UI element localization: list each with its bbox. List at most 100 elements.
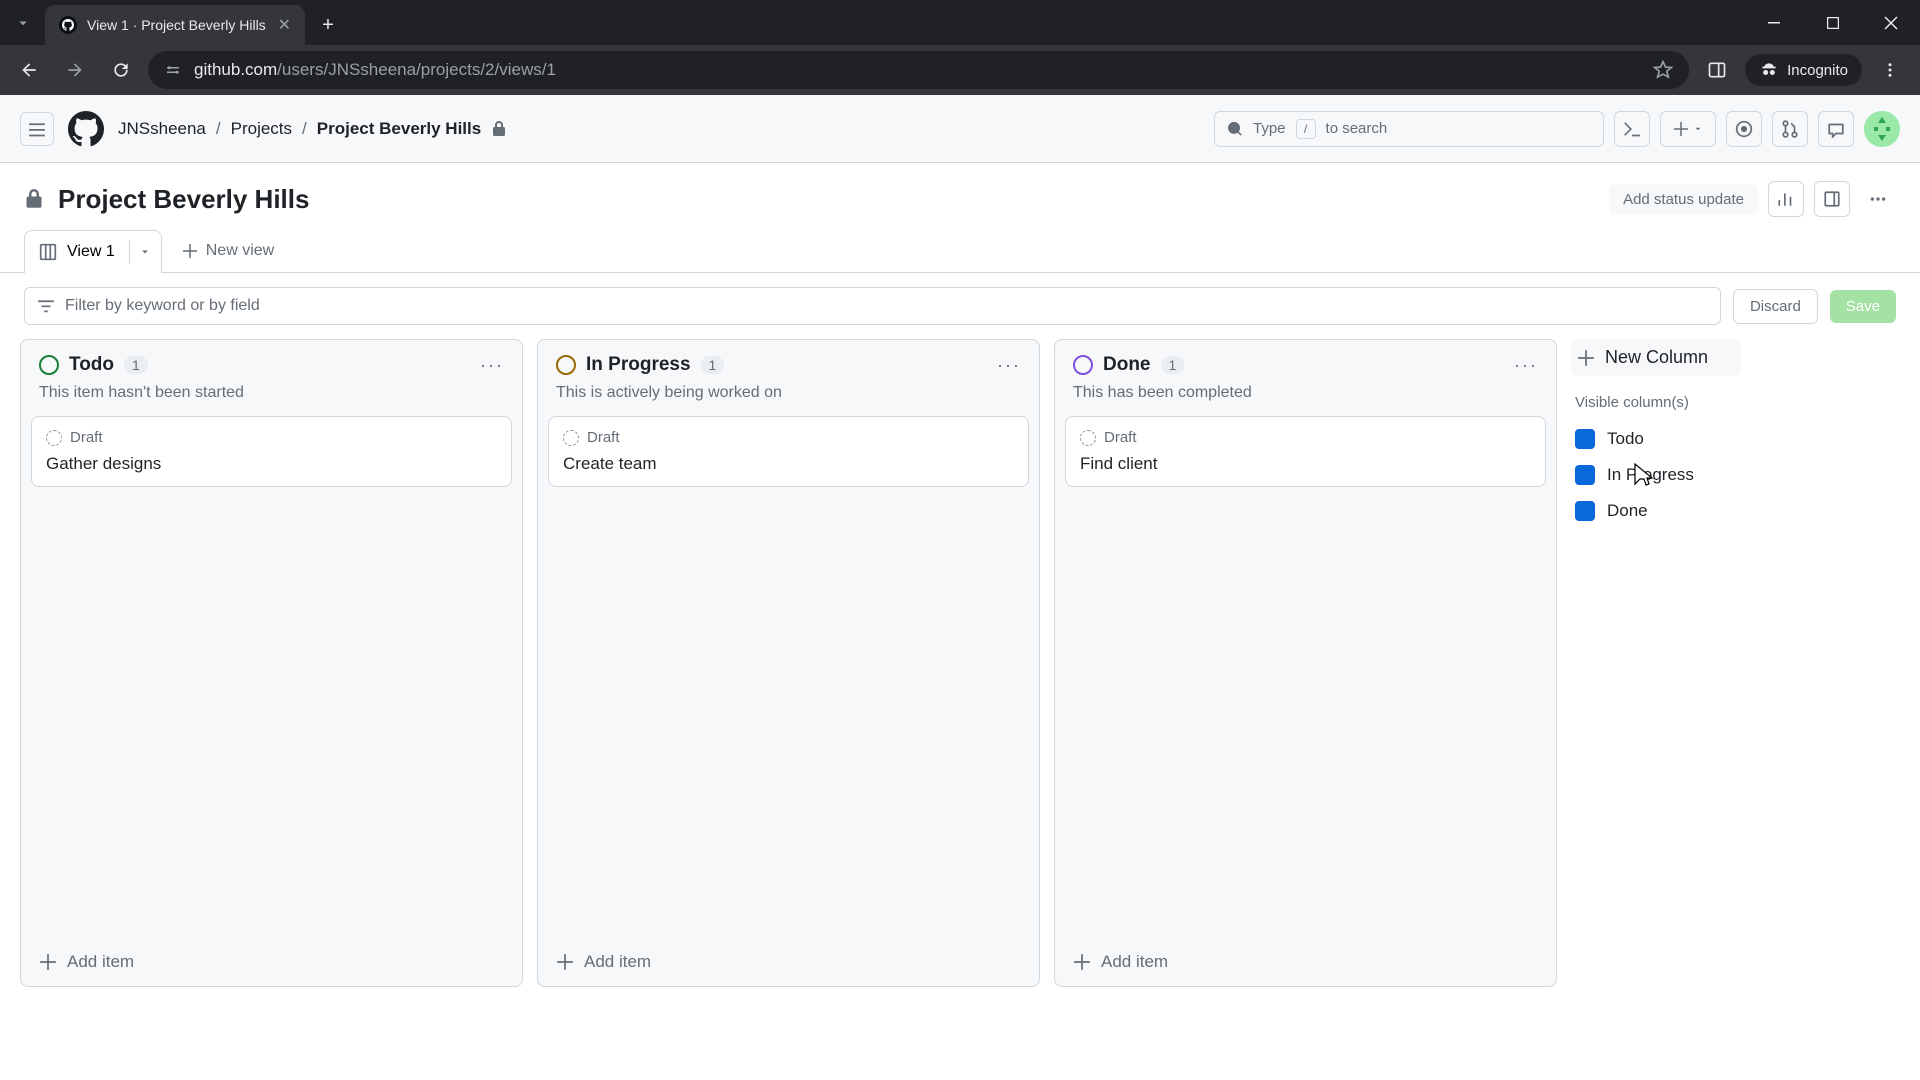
- column-header: Done 1 ···: [1055, 340, 1556, 380]
- add-item-button[interactable]: Add item: [1055, 937, 1556, 986]
- tab-title: View 1 · Project Beverly Hills: [87, 17, 266, 33]
- bookmark-star-icon[interactable]: [1653, 60, 1673, 80]
- card[interactable]: Draft Create team: [548, 416, 1029, 487]
- column-menu-button[interactable]: ···: [480, 355, 504, 376]
- column-title: In Progress: [586, 354, 691, 376]
- breadcrumb: JNSsheena / Projects / Project Beverly H…: [118, 119, 507, 139]
- board-icon: [39, 243, 57, 261]
- browser-tab-active[interactable]: View 1 · Project Beverly Hills ✕: [45, 5, 305, 45]
- checkbox-checked-icon: [1575, 501, 1595, 521]
- project-title-bar: Project Beverly Hills Add status update: [0, 163, 1920, 217]
- add-status-update-button[interactable]: Add status update: [1609, 184, 1758, 215]
- column-description: This has been completed: [1055, 380, 1556, 416]
- pull-requests-button[interactable]: [1772, 111, 1808, 147]
- add-item-button[interactable]: Add item: [538, 937, 1039, 986]
- issues-button[interactable]: [1726, 111, 1762, 147]
- column-description: This item hasn't been started: [21, 380, 522, 416]
- user-avatar[interactable]: [1864, 111, 1900, 147]
- status-circle-icon: [1073, 355, 1093, 375]
- card-title: Find client: [1080, 454, 1531, 474]
- insights-button[interactable]: [1768, 181, 1804, 217]
- column-menu-button[interactable]: ···: [1514, 355, 1538, 376]
- nav-reload-button[interactable]: [102, 51, 140, 89]
- column-description: This is actively being worked on: [538, 380, 1039, 416]
- nav-forward-button[interactable]: [56, 51, 94, 89]
- new-column-button[interactable]: New Column: [1571, 339, 1741, 376]
- tab-favicon: [59, 16, 77, 34]
- save-button[interactable]: Save: [1830, 290, 1896, 323]
- command-palette-button[interactable]: [1614, 111, 1650, 147]
- plus-icon: [182, 243, 198, 259]
- column-menu-button[interactable]: ···: [997, 355, 1021, 376]
- add-item-button[interactable]: Add item: [21, 937, 522, 986]
- visible-column-item[interactable]: In Progress: [1571, 457, 1741, 493]
- column-header: In Progress 1 ···: [538, 340, 1039, 380]
- visible-column-item[interactable]: Done: [1571, 493, 1741, 529]
- project-title: Project Beverly Hills: [58, 184, 309, 215]
- column-count: 1: [124, 356, 148, 374]
- column-title: Done: [1103, 354, 1151, 376]
- checkbox-checked-icon: [1575, 465, 1595, 485]
- github-logo-icon[interactable]: [68, 111, 104, 147]
- window-maximize[interactable]: [1804, 0, 1862, 45]
- view-tab-dropdown[interactable]: [129, 240, 153, 264]
- draft-circle-icon: [1080, 430, 1096, 446]
- column-count: 1: [1161, 356, 1185, 374]
- card[interactable]: Draft Find client: [1065, 416, 1546, 487]
- column-header: Todo 1 ···: [21, 340, 522, 380]
- new-column-panel: New Column Visible column(s) TodoIn Prog…: [1571, 339, 1741, 529]
- global-search-input[interactable]: Type / to search: [1214, 111, 1604, 147]
- view-tab-active[interactable]: View 1: [24, 230, 162, 273]
- checkbox-checked-icon: [1575, 429, 1595, 449]
- url-text: github.com/users/JNSsheena/projects/2/vi…: [194, 60, 556, 80]
- breadcrumb-user[interactable]: JNSsheena: [118, 119, 206, 139]
- visible-column-item[interactable]: Todo: [1571, 421, 1741, 457]
- board-column: In Progress 1 ··· This is actively being…: [537, 339, 1040, 987]
- notifications-button[interactable]: [1818, 111, 1854, 147]
- discard-button[interactable]: Discard: [1733, 289, 1818, 324]
- github-header: JNSsheena / Projects / Project Beverly H…: [0, 95, 1920, 163]
- window-close[interactable]: [1862, 0, 1920, 45]
- card[interactable]: Draft Gather designs: [31, 416, 512, 487]
- address-bar[interactable]: github.com/users/JNSsheena/projects/2/vi…: [148, 51, 1689, 89]
- filter-input-wrap[interactable]: [24, 287, 1721, 325]
- browser-menu-button[interactable]: [1870, 51, 1910, 89]
- site-info-button[interactable]: [164, 61, 182, 79]
- filter-icon: [37, 297, 55, 315]
- card-title: Gather designs: [46, 454, 497, 474]
- kanban-board: Todo 1 ··· This item hasn't been started…: [0, 339, 1920, 1007]
- view-tabs: View 1 New view: [0, 217, 1920, 273]
- nav-back-button[interactable]: [10, 51, 48, 89]
- tab-search-button[interactable]: [0, 0, 45, 45]
- side-panel-button[interactable]: [1697, 51, 1737, 89]
- plus-icon: [1577, 349, 1595, 367]
- status-circle-icon: [556, 355, 576, 375]
- breadcrumb-projects[interactable]: Projects: [231, 119, 292, 139]
- draft-circle-icon: [46, 430, 62, 446]
- board-column: Done 1 ··· This has been completed Draft…: [1054, 339, 1557, 987]
- browser-toolbar: github.com/users/JNSsheena/projects/2/vi…: [0, 45, 1920, 95]
- column-title: Todo: [69, 354, 114, 376]
- hamburger-menu-button[interactable]: [20, 112, 54, 146]
- new-tab-button[interactable]: +: [311, 8, 345, 42]
- project-details-button[interactable]: [1814, 181, 1850, 217]
- tab-close-icon[interactable]: ✕: [278, 15, 291, 35]
- search-icon: [1227, 121, 1243, 137]
- draft-circle-icon: [563, 430, 579, 446]
- window-minimize[interactable]: [1746, 0, 1804, 45]
- create-new-button[interactable]: [1660, 111, 1716, 147]
- filter-bar: Discard Save: [0, 273, 1920, 339]
- filter-input[interactable]: [65, 297, 1708, 315]
- card-draft-badge: Draft: [563, 429, 1014, 446]
- card-title: Create team: [563, 454, 1014, 474]
- visible-columns-label: Visible column(s): [1575, 394, 1741, 411]
- new-view-button[interactable]: New view: [168, 233, 288, 269]
- slash-key-hint: /: [1296, 119, 1316, 139]
- browser-tab-strip: View 1 · Project Beverly Hills ✕ +: [0, 0, 1920, 45]
- incognito-indicator[interactable]: Incognito: [1745, 54, 1862, 86]
- board-column: Todo 1 ··· This item hasn't been started…: [20, 339, 523, 987]
- card-draft-badge: Draft: [46, 429, 497, 446]
- lock-icon: [491, 121, 507, 137]
- column-count: 1: [701, 356, 725, 374]
- project-menu-button[interactable]: [1860, 181, 1896, 217]
